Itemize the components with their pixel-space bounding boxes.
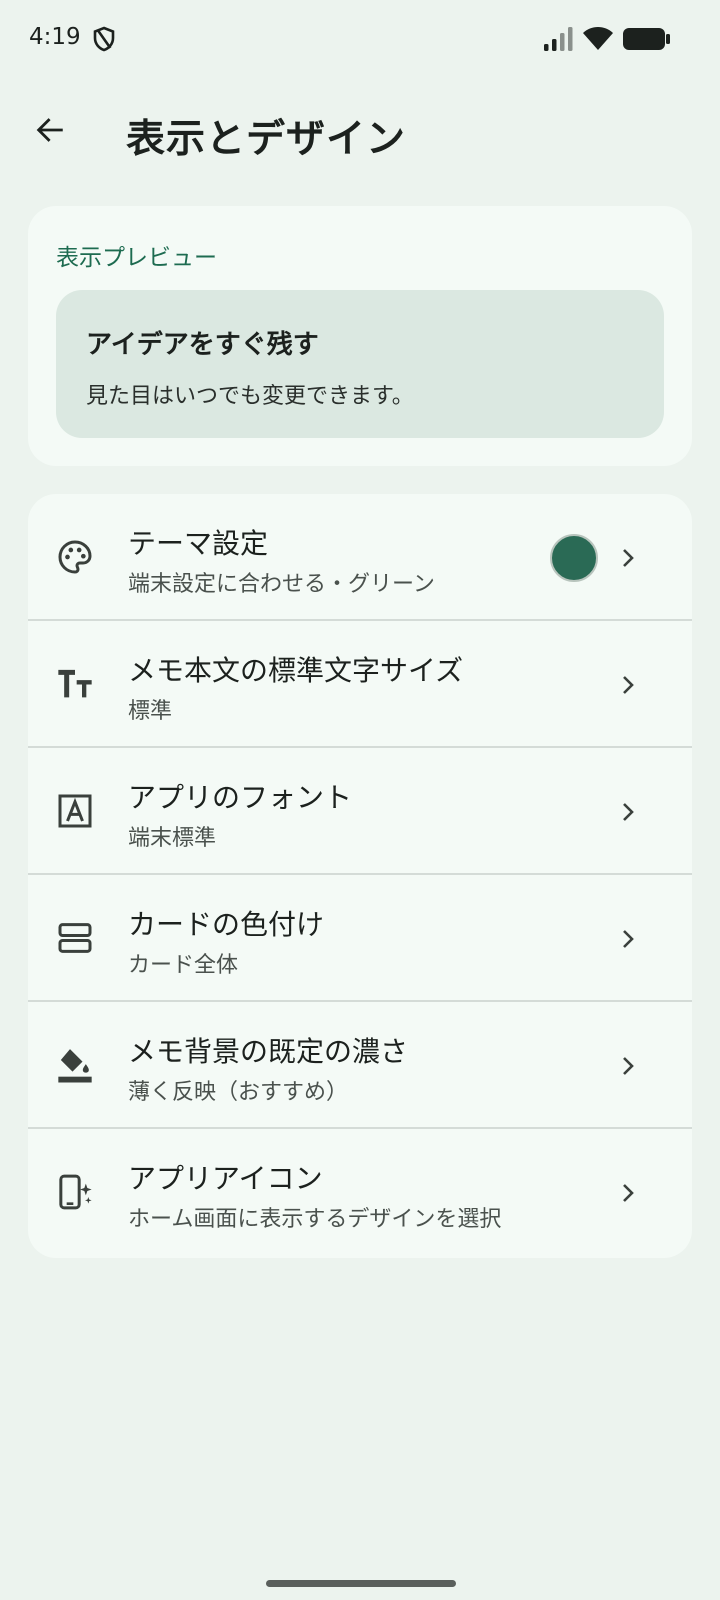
theme-color-swatch bbox=[550, 534, 598, 582]
setting-app-font[interactable]: アプリのフォント 端末標準 bbox=[28, 748, 692, 875]
setting-subtitle: カード全体 bbox=[128, 953, 239, 978]
setting-title: アプリのフォント bbox=[128, 781, 353, 814]
setting-subtitle: ホーム画面に表示するデザインを選択 bbox=[128, 1207, 502, 1232]
wifi-icon bbox=[583, 27, 613, 50]
arrow-back-icon bbox=[36, 118, 63, 142]
setting-app-icon[interactable]: アプリアイコン ホーム画面に表示するデザインを選択 bbox=[28, 1129, 692, 1256]
settings-list: テーマ設定 端末設定に合わせる・グリーン メモ本文の標準文字サイズ 標準 アプリ… bbox=[28, 494, 692, 1258]
preview-title: アイデアをすぐ残す bbox=[86, 330, 319, 360]
setting-card-coloring[interactable]: カードの色付け カード全体 bbox=[28, 875, 692, 1002]
preview-header: 表示プレビュー bbox=[56, 245, 217, 271]
page-title: 表示とデザイン bbox=[126, 117, 407, 162]
preview-card: 表示プレビュー アイデアをすぐ残す 見た目はいつでも変更できます。 bbox=[28, 206, 692, 466]
paint-bucket-icon bbox=[52, 1042, 98, 1088]
font-icon bbox=[52, 788, 98, 834]
chevron-right-icon bbox=[623, 930, 634, 948]
text-size-icon bbox=[52, 661, 98, 707]
setting-title: メモ背景の既定の濃さ bbox=[128, 1035, 409, 1068]
setting-theme[interactable]: テーマ設定 端末設定に合わせる・グリーン bbox=[28, 494, 692, 621]
app-icon-icon bbox=[52, 1169, 98, 1215]
chevron-right-icon bbox=[623, 803, 634, 821]
status-time: 4:19 bbox=[29, 24, 81, 50]
chevron-right-icon bbox=[623, 1057, 634, 1075]
status-bar: 4:19 bbox=[0, 0, 720, 80]
setting-subtitle: 薄く反映（おすすめ） bbox=[128, 1080, 349, 1105]
setting-title: アプリアイコン bbox=[128, 1162, 323, 1195]
card-layout-icon bbox=[52, 915, 98, 961]
shield-icon bbox=[93, 26, 115, 52]
setting-title: カードの色付け bbox=[128, 908, 325, 941]
setting-subtitle: 端末設定に合わせる・グリーン bbox=[128, 572, 435, 597]
setting-text-size[interactable]: メモ本文の標準文字サイズ 標準 bbox=[28, 621, 692, 748]
preview-subtitle: 見た目はいつでも変更できます。 bbox=[86, 384, 414, 409]
signal-icon bbox=[544, 27, 573, 51]
setting-subtitle: 標準 bbox=[128, 699, 173, 724]
home-indicator[interactable] bbox=[266, 1580, 456, 1587]
palette-icon bbox=[52, 534, 98, 580]
chevron-right-icon bbox=[623, 676, 634, 694]
app-bar: 表示とデザイン bbox=[0, 90, 720, 170]
battery-icon bbox=[623, 28, 670, 50]
preview-box: アイデアをすぐ残す 見た目はいつでも変更できます。 bbox=[56, 290, 664, 438]
chevron-right-icon bbox=[623, 549, 634, 567]
back-button[interactable] bbox=[24, 104, 76, 156]
setting-title: テーマ設定 bbox=[128, 527, 269, 560]
chevron-right-icon bbox=[623, 1184, 634, 1202]
setting-title: メモ本文の標準文字サイズ bbox=[128, 654, 464, 687]
setting-subtitle: 端末標準 bbox=[128, 826, 217, 851]
setting-background-intensity[interactable]: メモ背景の既定の濃さ 薄く反映（おすすめ） bbox=[28, 1002, 692, 1129]
